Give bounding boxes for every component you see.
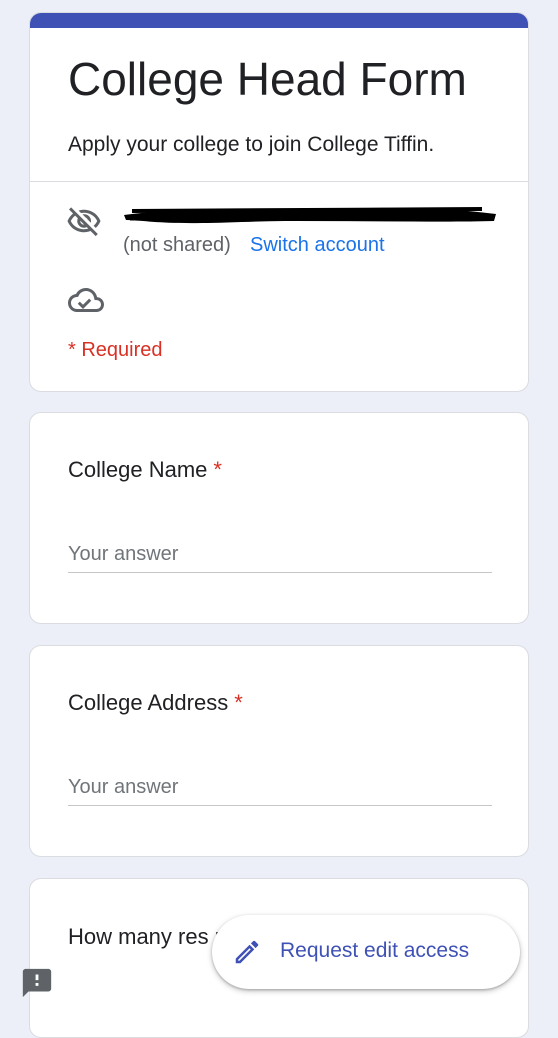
request-edit-access-button[interactable]: Request edit access: [212, 915, 520, 989]
report-feedback-icon[interactable]: [20, 966, 54, 1000]
required-star: *: [213, 457, 222, 482]
question-label: College Address: [68, 690, 229, 715]
question-title: College Address *: [68, 690, 243, 716]
required-note: * Required: [68, 339, 163, 361]
request-edit-access-label: Request edit access: [280, 939, 470, 962]
form-description: Apply your college to join College Tiffi…: [68, 133, 435, 156]
question-card-college-address: College Address *: [29, 645, 529, 857]
question-title: College Name *: [68, 457, 222, 483]
divider: [30, 181, 528, 182]
form-title: College Head Form: [68, 53, 467, 105]
cloud-check-icon: [68, 288, 104, 312]
form-header-card: College Head Form Apply your college to …: [29, 12, 529, 392]
pencil-icon: [235, 940, 259, 964]
redacted-email: [124, 207, 496, 224]
question-label: College Name: [68, 457, 208, 482]
not-shared-label: (not shared): [123, 234, 231, 256]
college-name-input[interactable]: [68, 537, 492, 573]
switch-account-link[interactable]: Switch account: [250, 234, 385, 257]
accent-bar: [30, 13, 528, 28]
question-card-college-name: College Name *: [29, 412, 529, 624]
eye-off-icon: [67, 207, 101, 237]
required-star: *: [234, 690, 243, 715]
college-address-input[interactable]: [68, 770, 492, 806]
